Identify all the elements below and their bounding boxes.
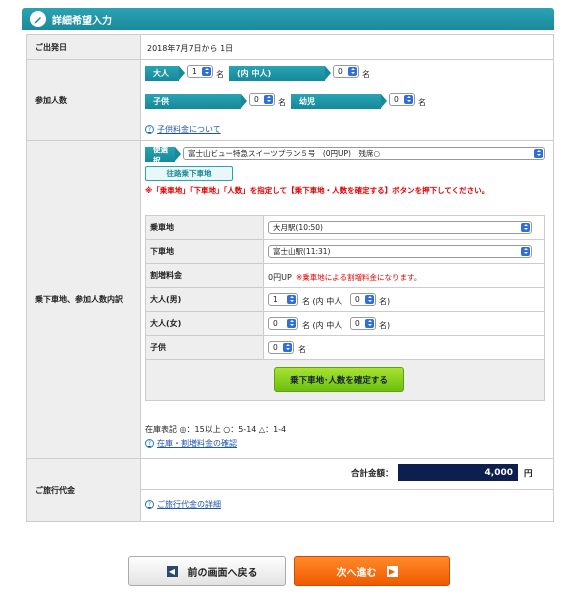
select-arrow-icon	[365, 295, 374, 304]
select-arrow-icon	[348, 67, 357, 76]
infant-select[interactable]: 0	[389, 93, 415, 106]
departure-value: 2018年7月7日から 1日	[147, 44, 234, 53]
child-detail-select[interactable]: 0	[268, 341, 294, 354]
select-arrow-icon	[283, 343, 292, 352]
boarding-detail-table: 乗車地 大月駅(10:50) 下車地 富士山駅(11:31) 割増料金 0円UP…	[145, 215, 545, 401]
arrow-left-icon: ◀	[166, 565, 178, 577]
participants-label: 参加人数	[27, 60, 141, 140]
adult-in-tag: (内 中人)	[229, 66, 331, 81]
adult-unit: 名	[216, 70, 224, 79]
bin-select[interactable]: 富士山ビュー特急スイーツプラン５号 (0円UP) 残席○	[183, 147, 545, 160]
section-title: 詳細希望入力	[52, 15, 112, 27]
select-arrow-icon	[264, 95, 273, 104]
section-header: 詳細希望入力	[22, 8, 554, 30]
surcharge-row: 割増料金 0円UP ※乗車地による割増料金になります。	[146, 264, 544, 288]
stock-link[interactable]: ? 在庫・割増料金の確認	[145, 438, 237, 449]
arrow-right-icon: ▶	[386, 565, 398, 577]
question-icon: ?	[145, 500, 154, 509]
adult-in-unit: 名	[362, 70, 370, 79]
infant-tag: 幼児	[291, 94, 387, 109]
departure-row: ご出発日 2018年7月7日から 1日	[27, 35, 553, 60]
boarding-row: 乗下車地、参加人数内訳 便選択 富士山ビュー特急スイーツプラン５号 (0円UP)…	[27, 141, 553, 459]
question-icon: ?	[145, 439, 154, 448]
select-arrow-icon	[521, 223, 530, 232]
alight-select[interactable]: 富士山駅(11:31)	[268, 245, 532, 258]
adult-male-end: 名)	[379, 297, 391, 306]
boarding-warning: ※「乗車地」「下車地」「人数」を指定して【乗下車地・人数を確定する】ボタンを押下…	[145, 186, 490, 195]
adult-female-mid: 名 (内 中人	[302, 321, 343, 330]
board-row: 乗車地 大月駅(10:50)	[146, 216, 544, 240]
adult-male-mid: 名 (内 中人	[302, 297, 343, 306]
total-label: 合計金額：	[351, 469, 394, 479]
adult-male-in-select[interactable]: 0	[350, 293, 376, 306]
select-arrow-icon	[287, 319, 296, 328]
child-detail-unit: 名	[298, 345, 306, 354]
board-label: 乗車地	[146, 216, 264, 239]
adult-female-in-select[interactable]: 0	[350, 317, 376, 330]
back-button[interactable]: ◀ 前の画面へ戻る	[128, 556, 286, 586]
confirm-boarding-button[interactable]: 乗下車地･人数を確定する	[274, 367, 404, 392]
adult-male-row: 大人(男) 1 名 (内 中人 0 名)	[146, 288, 544, 312]
surcharge-note: ※乗車地による割増料金になります。	[296, 273, 422, 282]
total-unit: 円	[524, 469, 533, 479]
child-select[interactable]: 0	[249, 93, 275, 106]
surcharge-value: 0円UP	[268, 273, 292, 282]
adult-female-label: 大人(女)	[146, 312, 264, 335]
child-label: 子供	[146, 336, 264, 359]
boarding-label: 乗下車地、参加人数内訳	[27, 141, 141, 458]
next-button[interactable]: 次へ進む ▶	[294, 556, 450, 586]
infant-unit: 名	[418, 98, 426, 107]
child-row: 子供 0 名	[146, 336, 544, 360]
bin-tag: 便選択	[145, 145, 181, 165]
price-detail-link[interactable]: ? ご旅行代金の詳細	[145, 499, 221, 510]
participants-row: 参加人数 大人 1 名 (内 中人) 0 名 子供 0 名 幼児 0 名 ? 子…	[27, 60, 553, 141]
child-fee-link[interactable]: ? 子供料金について	[145, 124, 221, 135]
alight-row: 下車地 富士山駅(11:31)	[146, 240, 544, 264]
child-unit: 名	[278, 98, 286, 107]
select-arrow-icon	[202, 67, 211, 76]
price-divider	[141, 489, 553, 490]
select-arrow-icon	[534, 149, 543, 158]
departure-label: ご出発日	[27, 35, 141, 59]
select-arrow-icon	[365, 319, 374, 328]
adult-select[interactable]: 1	[187, 65, 213, 78]
select-arrow-icon	[404, 95, 413, 104]
adult-male-label: 大人(男)	[146, 288, 264, 311]
adult-female-row: 大人(女) 0 名 (内 中人 0 名)	[146, 312, 544, 336]
surcharge-label: 割増料金	[146, 264, 264, 287]
price-row: ご旅行代金 合計金額： 4,000 円 ? ご旅行代金の詳細	[27, 459, 553, 521]
adult-female-end: 名)	[379, 321, 391, 330]
confirm-area: 乗下車地･人数を確定する	[146, 360, 544, 400]
child-tag: 子供	[145, 94, 247, 109]
pencil-icon	[30, 11, 46, 27]
adult-female-select[interactable]: 0	[268, 317, 298, 330]
price-label: ご旅行代金	[27, 459, 141, 521]
adult-tag: 大人	[145, 66, 185, 81]
select-arrow-icon	[287, 295, 296, 304]
question-icon: ?	[145, 125, 154, 134]
board-select[interactable]: 大月駅(10:50)	[268, 221, 532, 234]
stock-note: 在庫表記 ◎：15以上 ○：5-14 △：1-4	[145, 425, 287, 434]
route-boarding-button[interactable]: 往路乗下車地	[145, 166, 233, 181]
alight-label: 下車地	[146, 240, 264, 263]
total-amount: 4,000	[398, 464, 518, 481]
adult-in-select[interactable]: 0	[333, 65, 359, 78]
select-arrow-icon	[521, 247, 530, 256]
detail-form-table: ご出発日 2018年7月7日から 1日 参加人数 大人 1 名 (内 中人) 0…	[26, 34, 554, 522]
adult-male-select[interactable]: 1	[268, 293, 298, 306]
